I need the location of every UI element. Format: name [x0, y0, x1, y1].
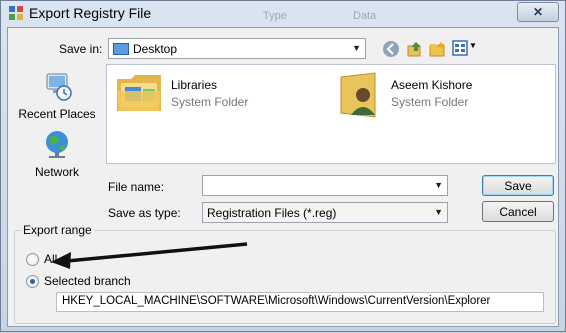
annotation-arrow — [51, 242, 248, 269]
export-registry-dialog: Export Registry File Type Data ✕ Save in… — [0, 0, 566, 332]
